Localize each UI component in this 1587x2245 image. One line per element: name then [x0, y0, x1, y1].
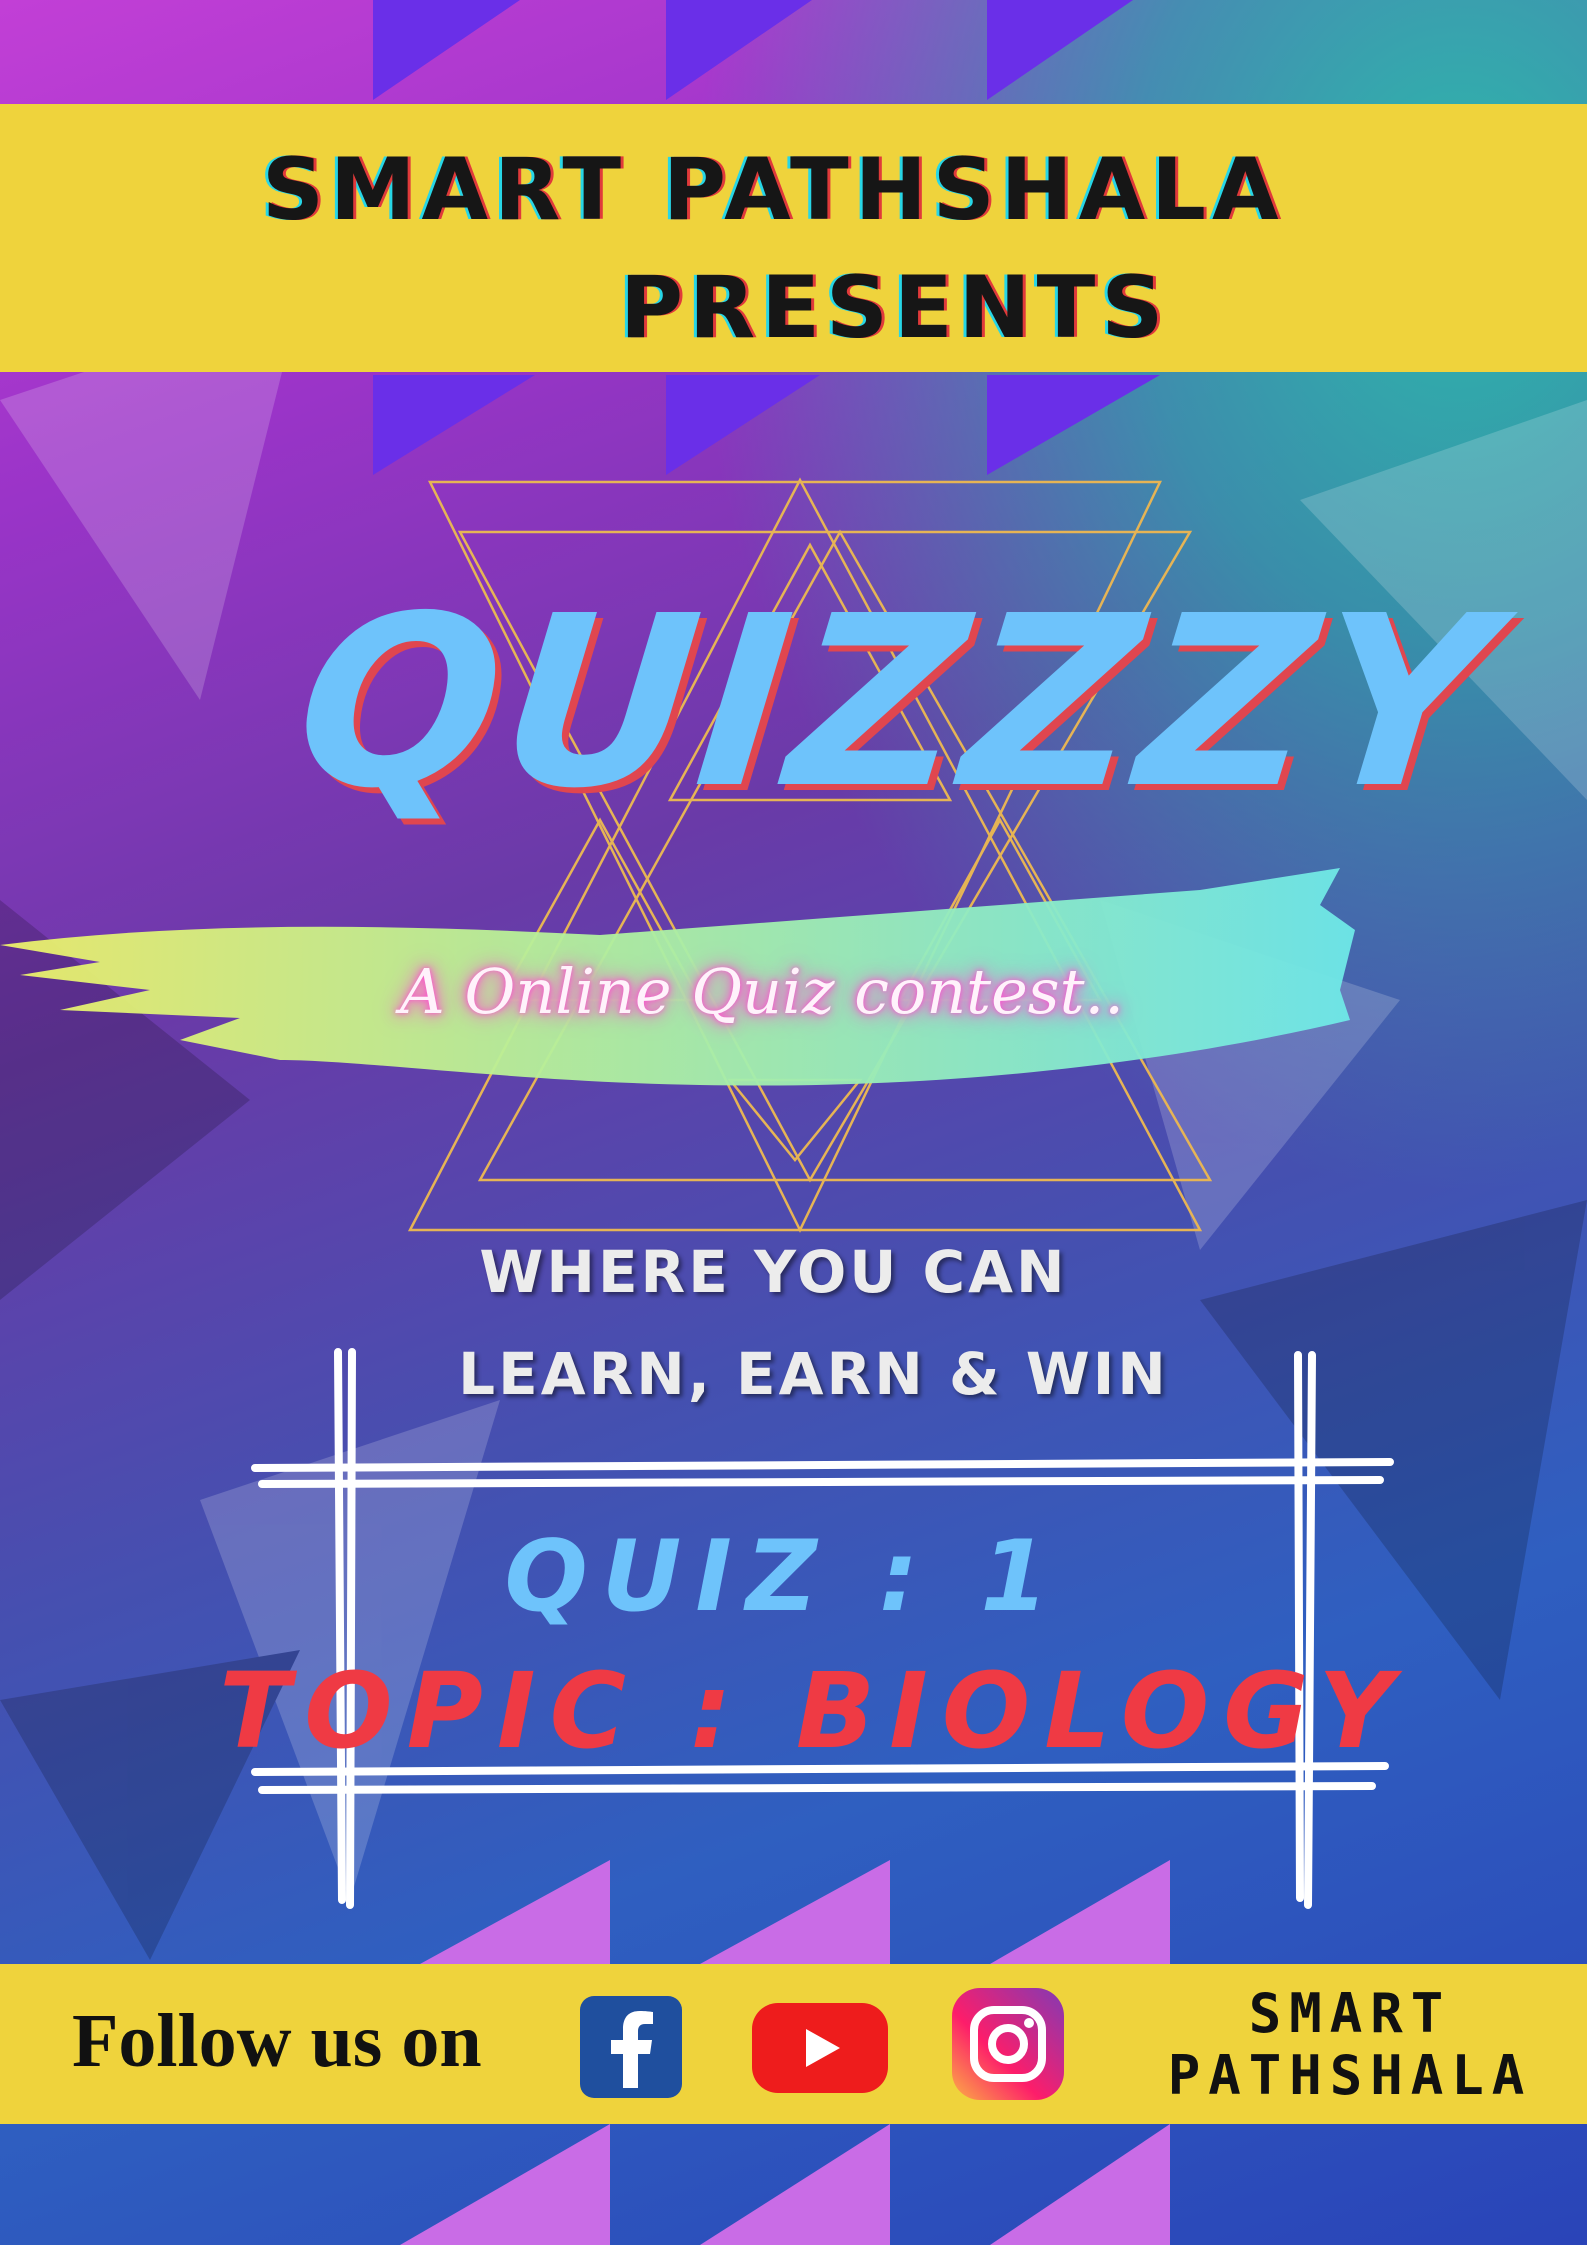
follow-label: Follow us on [72, 1999, 482, 2083]
tagline-line1: WHERE YOU CAN [479, 1238, 1068, 1306]
facebook-icon[interactable] [580, 1996, 682, 2098]
youtube-icon[interactable] [752, 2003, 888, 2093]
quiz-topic: TOPIC : BIOLOGY [219, 1650, 1408, 1772]
poster-title: QUIZZZY [285, 565, 1507, 840]
quiz-number: QUIZ : 1 [504, 1520, 1063, 1634]
instagram-icon[interactable] [952, 1988, 1064, 2100]
brand-line2: PATHSHALA [1167, 2044, 1533, 2107]
presents-label: PRESENTS [620, 258, 1170, 358]
tagline-line2: LEARN, EARN & WIN [458, 1340, 1169, 1408]
presenter-name: SMART PATHSHALA [262, 140, 1285, 240]
poster-subtitle: A Online Quiz contest.. [400, 955, 1124, 1028]
brand-line1: SMART [1248, 1982, 1452, 2045]
